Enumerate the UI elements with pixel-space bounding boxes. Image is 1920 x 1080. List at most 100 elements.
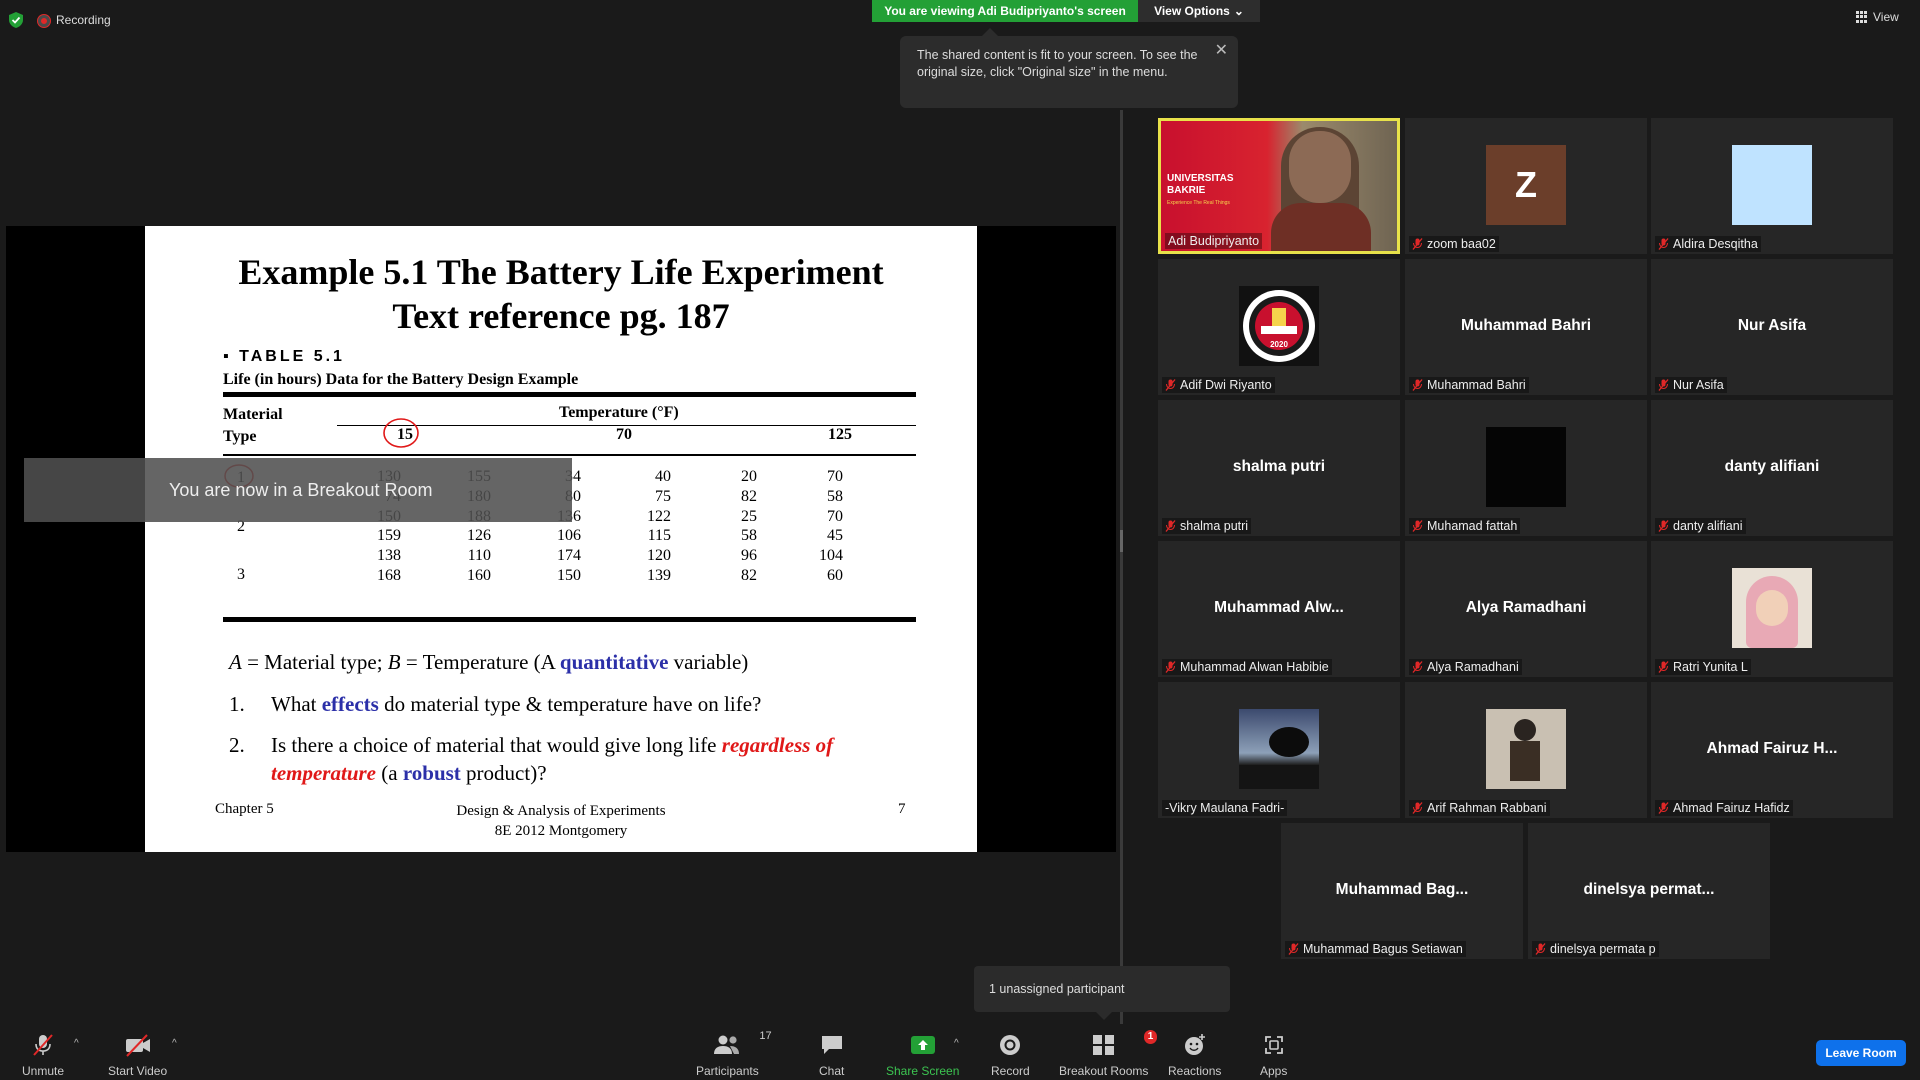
panel-resize-handle[interactable]	[1120, 530, 1123, 552]
participant-name: Nur Asifa	[1673, 378, 1724, 392]
participant-name-label: Alya Ramadhani	[1409, 659, 1522, 675]
table-header-material: Material Type	[223, 406, 283, 445]
recording-indicator[interactable]: Recording	[38, 13, 111, 27]
slide-footer-book: Design & Analysis of Experiments 8E 2012…	[456, 803, 666, 839]
participant-name-label: Ratri Yunita L	[1655, 659, 1751, 675]
table-cell: 20	[741, 468, 757, 485]
participant-tile[interactable]: UNIVERSITAS BAKRIE Experience The Real Thi…	[1158, 118, 1400, 254]
participant-name-label: dinelsya permata p	[1532, 941, 1659, 957]
participant-tile[interactable]: Arif Rahman Rabbani	[1405, 682, 1647, 818]
participant-tile[interactable]: Nur Asifa Nur Asifa	[1651, 259, 1893, 395]
participant-tile[interactable]: Ratri Yunita L	[1651, 541, 1893, 677]
table-cell: 174	[557, 547, 581, 564]
annotation-circle	[383, 418, 419, 448]
shield-icon[interactable]	[8, 11, 24, 29]
view-layout-button[interactable]: View	[1856, 10, 1899, 24]
slide-title: Example 5.1 The Battery Life Experiment …	[145, 250, 977, 338]
record-button[interactable]: Record	[991, 1032, 1030, 1078]
panel-divider	[1120, 110, 1123, 1030]
unmute-button[interactable]: Unmute	[22, 1032, 64, 1078]
participant-name: Arif Rahman Rabbani	[1427, 801, 1547, 815]
participant-name: Ratri Yunita L	[1673, 660, 1748, 674]
participant-tile[interactable]: dinelsya permat... dinelsya permata p	[1528, 823, 1770, 959]
table-header-temperature: Temperature (°F)	[559, 404, 679, 421]
mic-muted-icon	[1412, 238, 1423, 250]
material-3-label: 3	[237, 566, 245, 583]
breakout-room-notification: You are now in a Breakout Room	[24, 458, 572, 522]
participants-icon: 17	[713, 1030, 772, 1058]
share-screen-button[interactable]: Share Screen	[886, 1032, 959, 1078]
breakout-rooms-button[interactable]: 1 Breakout Rooms	[1059, 1030, 1158, 1078]
participant-tile[interactable]: Aldira Desqitha	[1651, 118, 1893, 254]
participant-name: dinelsya permata p	[1550, 942, 1656, 956]
start-video-button[interactable]: Start Video	[108, 1032, 167, 1078]
apps-button[interactable]: Apps	[1260, 1032, 1287, 1078]
table-cell: 45	[827, 527, 843, 544]
slide-footer-page: 7	[898, 801, 906, 817]
participant-display-name: Muhammad Alw...	[1214, 599, 1344, 616]
apps-icon	[1263, 1032, 1285, 1058]
mic-muted-icon	[1658, 802, 1669, 814]
participant-name: Aldira Desqitha	[1673, 237, 1758, 251]
participant-name-label: Muhammad Alwan Habibie	[1162, 659, 1332, 675]
table-cell: 60	[827, 567, 843, 584]
table-cell: 120	[647, 547, 671, 564]
table-cell: 139	[647, 567, 671, 584]
video-options-caret[interactable]: ^	[172, 1038, 177, 1049]
record-icon	[998, 1032, 1022, 1058]
mic-muted-icon	[1165, 661, 1176, 673]
table-cell: 96	[741, 547, 757, 564]
participant-name: Adif Dwi Riyanto	[1180, 378, 1272, 392]
shared-screen[interactable]: Example 5.1 The Battery Life Experiment …	[6, 226, 1116, 852]
reactions-button[interactable]: Reactions	[1168, 1032, 1221, 1078]
participant-name-label: -Vikry Maulana Fadri-	[1162, 800, 1288, 816]
participant-tile[interactable]: Muhammad Bahri Muhammad Bahri	[1405, 259, 1647, 395]
avatar: Z	[1486, 145, 1566, 225]
participant-tile[interactable]: Ahmad Fairuz H... Ahmad Fairuz Hafidz	[1651, 682, 1893, 818]
participant-tile[interactable]: danty alifiani danty alifiani	[1651, 400, 1893, 536]
close-icon[interactable]: ✕	[1215, 42, 1228, 59]
participant-display-name: Alya Ramadhani	[1465, 599, 1587, 616]
participant-display-name: Muhammad Bahri	[1460, 317, 1592, 334]
mic-muted-icon	[1165, 520, 1176, 532]
top-status-bar: Recording	[8, 8, 111, 32]
participant-name: Alya Ramadhani	[1427, 660, 1519, 674]
mic-muted-icon	[1658, 379, 1669, 391]
meeting-toolbar: Unmute ^ Start Video ^ 17 Participants C…	[0, 1024, 1920, 1080]
leave-room-button[interactable]: Leave Room	[1816, 1040, 1906, 1066]
table-cell: 126	[467, 527, 491, 544]
presentation-slide: Example 5.1 The Battery Life Experiment …	[145, 226, 977, 852]
participant-tile[interactable]: Zzoom baa02	[1405, 118, 1647, 254]
chat-button[interactable]: Chat	[819, 1032, 844, 1078]
participants-button[interactable]: 17 Participants	[696, 1030, 772, 1078]
slide-title-line2: Text reference pg. 187	[392, 296, 730, 336]
participant-tile[interactable]: shalma putri shalma putri	[1158, 400, 1400, 536]
table-cell: 150	[557, 567, 581, 584]
share-options-caret[interactable]: ^	[954, 1038, 959, 1049]
avatar	[1732, 145, 1812, 225]
participant-tile[interactable]: Muhammad Bag... Muhammad Bagus Setiawan	[1281, 823, 1523, 959]
participant-name-label: shalma putri	[1162, 518, 1252, 534]
chat-icon	[820, 1032, 844, 1058]
participant-name: Muhamad fattah	[1427, 519, 1518, 533]
avatar-photo	[1486, 709, 1566, 789]
table-cell: 110	[467, 547, 491, 564]
participant-tile[interactable]: Alya Ramadhani Alya Ramadhani	[1405, 541, 1647, 677]
viewing-screen-banner: You are viewing Adi Budipriyanto's scree…	[872, 0, 1138, 22]
avatar-photo	[1239, 709, 1319, 789]
slide-question-2-cont: temperature (a robust product)?	[271, 761, 547, 785]
participant-name-label: Adi Budipriyanto	[1165, 233, 1263, 249]
avatar	[1486, 427, 1566, 507]
participant-tile[interactable]: Muhammad Alw... Muhammad Alwan Habibie	[1158, 541, 1400, 677]
mic-muted-icon	[1658, 238, 1669, 250]
participant-tile[interactable]: 2020 Adif Dwi Riyanto	[1158, 259, 1400, 395]
participant-name-label: danty alifiani	[1655, 518, 1746, 534]
table-cell: 75	[655, 488, 671, 505]
share-screen-icon	[910, 1032, 936, 1058]
participant-tile[interactable]: Muhamad fattah	[1405, 400, 1647, 536]
audio-options-caret[interactable]: ^	[74, 1038, 79, 1049]
mic-muted-icon	[1412, 661, 1423, 673]
view-options-button[interactable]: View Options ⌄	[1138, 0, 1260, 22]
participant-tile[interactable]: -Vikry Maulana Fadri-	[1158, 682, 1400, 818]
tooltip-text: The shared content is fit to your screen…	[917, 48, 1198, 79]
